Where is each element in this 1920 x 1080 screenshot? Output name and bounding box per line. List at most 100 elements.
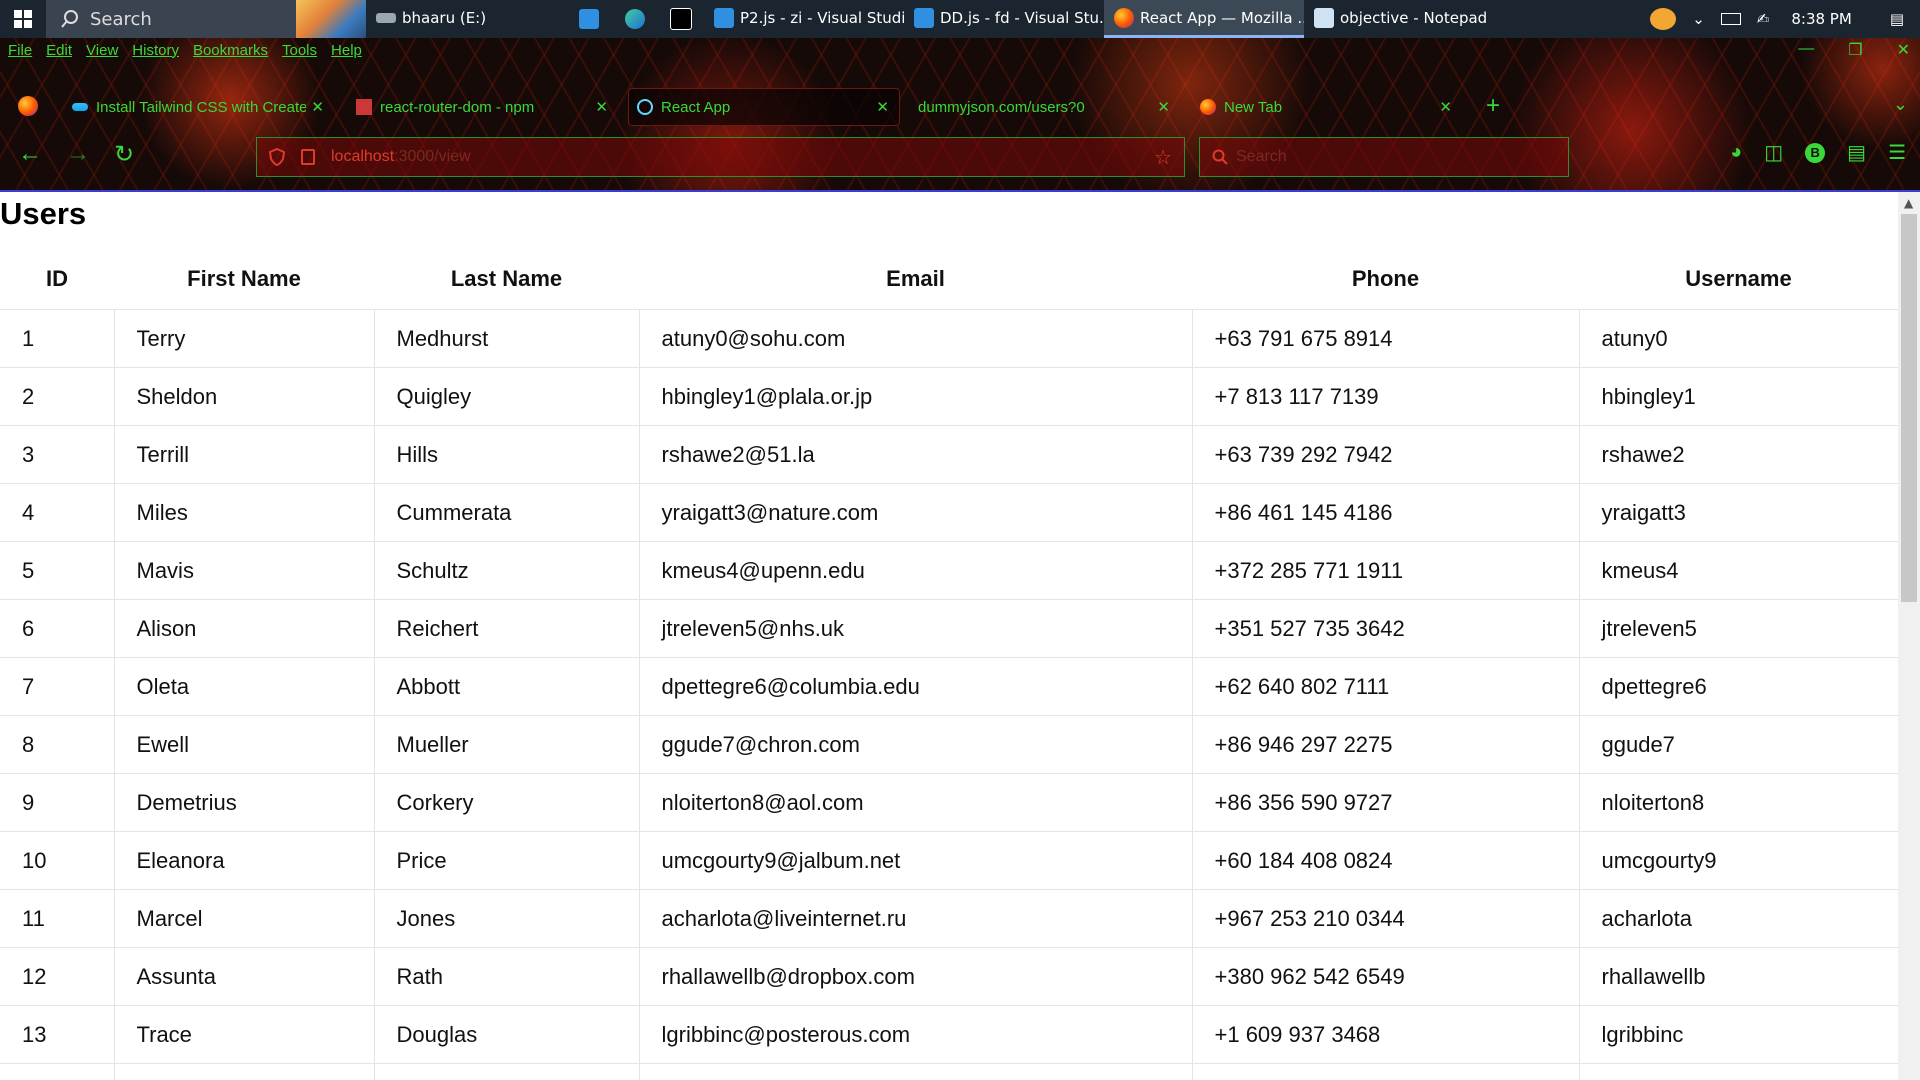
bookmark-star-icon[interactable]: ☆ [1154,145,1172,170]
cell-phone: +63 739 292 7942 [1191,425,1579,484]
cell-first-name: Oleta [113,657,374,716]
reload-icon[interactable]: ↻ [114,140,134,169]
weather-icon[interactable] [1650,8,1677,30]
search-bar[interactable]: Search [1199,137,1569,177]
taskbar-app-notepad[interactable]: objective - Notepad [1304,0,1504,38]
back-arrow-icon[interactable]: ← [18,140,42,168]
tab-close-icon[interactable]: ✕ [1439,98,1452,116]
tab-npm[interactable]: react-router-dom - npm ✕ [348,88,618,126]
cell-phone: +380 962 542 6549 [1191,947,1579,1006]
cell-username: ggude7 [1578,715,1898,774]
cell-last-name: Quigley [373,367,639,426]
table-row: 8 Ewell Mueller ggude7@chron.com +86 946 297… [0,715,1898,774]
scrollbar-thumb[interactable] [1901,214,1917,602]
start-button[interactable] [0,0,46,38]
cell-phone: +351 527 735 3642 [1191,599,1579,658]
taskbar-app-mail[interactable] [566,0,612,38]
cell-phone: +86 461 145 4186 [1191,483,1579,542]
menu-history[interactable]: History [132,42,179,59]
cell-username: mturleyd [1578,1063,1898,1080]
tab-new-tab[interactable]: New Tab ✕ [1192,88,1462,126]
menu-edit[interactable]: Edit [46,42,72,59]
list-all-tabs-chevron-icon[interactable]: ⌄ [1893,94,1908,115]
menu-view[interactable]: View [86,42,118,59]
cell-email: acharlota@liveinternet.ru [638,889,1192,948]
taskbar-app-explorer[interactable]: bhaaru (E:) [366,0,566,38]
tab-close-icon[interactable]: ✕ [1157,98,1170,116]
minimize-icon[interactable]: — [1798,40,1814,60]
cell-last-name: Reichert [373,599,639,658]
cell-first-name: Miles [113,483,374,542]
notifications-icon[interactable]: ▤ [1890,10,1904,28]
tab-label: dummyjson.com/users?0 [918,98,1085,116]
tab-close-icon[interactable]: ✕ [311,98,324,116]
firefox-view-icon[interactable] [18,96,38,116]
cell-phone: +967 253 210 0344 [1191,889,1579,948]
tab-label: New Tab [1224,98,1283,116]
page-info-icon[interactable] [301,149,315,165]
table-row: 5 Mavis Schultz kmeus4@upenn.edu +372 285 77… [0,541,1898,600]
cell-username: rhallawellb [1578,947,1898,1006]
close-icon[interactable]: ✕ [1897,40,1910,60]
scroll-up-arrow-icon[interactable]: ▲ [1904,196,1913,210]
cell-id: 14 [0,1063,114,1080]
cell-username: umcgourty9 [1578,831,1898,890]
table-row: 7 Oleta Abbott dpettegre6@columbia.edu +62 6… [0,657,1898,716]
tracking-shield-icon[interactable] [269,148,285,166]
users-table: ID First Name Last Name Email Phone User… [0,249,1898,1080]
cell-last-name: Mueller [373,715,639,774]
taskbar-app-firefox[interactable]: React App — Mozilla ... [1104,0,1304,38]
table-row: 6 Alison Reichert jtreleven5@nhs.uk +351 527… [0,599,1898,658]
search-icon [61,10,78,28]
menu-help[interactable]: Help [331,42,362,59]
account-icon[interactable]: B [1805,142,1826,163]
menu-tools[interactable]: Tools [282,42,317,59]
page-title: Users [0,196,87,231]
pen-icon[interactable]: ✍ [1757,10,1770,28]
cell-id: 5 [0,541,114,600]
tab-react-app[interactable]: React App ✕ [628,88,900,126]
cell-username: atuny0 [1578,309,1898,368]
sidebar-icon[interactable]: ◫ [1764,140,1783,165]
app-menu-icon[interactable]: ☰ [1888,140,1906,165]
taskbar-app-vscode-1[interactable]: P2.js - zi - Visual Studi... [704,0,904,38]
new-tab-plus-icon[interactable]: + [1486,92,1500,120]
taskbar-app-label: React App — Mozilla ... [1140,8,1304,27]
cell-last-name: Cummerata [373,483,639,542]
extensions-icon[interactable]: ▤ [1847,140,1866,165]
cell-phone: +7 813 117 7139 [1191,367,1579,426]
page-scrollbar[interactable]: ▲ [1898,192,1920,1080]
cell-first-name: Terrill [113,425,374,484]
pocket-icon[interactable]: ◕ [1730,141,1742,164]
table-row: 3 Terrill Hills rshawe2@51.la +63 739 292 79… [0,425,1898,484]
clock[interactable]: 8:38 PM [1791,10,1851,28]
tab-label: Install Tailwind CSS with Create [96,98,306,116]
cell-phone: +372 285 771 1911 [1191,541,1579,600]
forward-arrow-icon[interactable]: → [66,140,90,168]
chevron-up-icon[interactable]: ⌄ [1692,10,1705,28]
battery-icon[interactable] [1720,13,1741,25]
cell-email: atuny0@sohu.com [638,309,1192,368]
tab-tailwind[interactable]: Install Tailwind CSS with Create ✕ [64,88,334,126]
cell-id: 12 [0,947,114,1006]
taskbar-app-vscode-2[interactable]: DD.js - fd - Visual Stu... [904,0,1104,38]
tab-close-icon[interactable]: ✕ [876,98,889,116]
cell-last-name: Medhurst [373,309,639,368]
menu-file[interactable]: File [8,42,32,59]
cell-id: 11 [0,889,114,948]
taskbar-app-pycharm[interactable] [658,0,704,38]
npm-icon [356,99,372,115]
taskbar-search-box[interactable]: Search [46,0,366,38]
cell-email: yraigatt3@nature.com [638,483,1192,542]
cell-id: 10 [0,831,114,890]
tab-close-icon[interactable]: ✕ [595,98,608,116]
taskbar-app-label: P2.js - zi - Visual Studi... [740,8,904,27]
table-row: 13 Trace Douglas lgribbinc@posterous.com +1 … [0,1005,1898,1064]
address-bar[interactable]: localhost:3000/view ☆ [256,137,1185,177]
drive-icon [376,12,396,23]
taskbar-app-edge[interactable] [612,0,658,38]
menu-bookmarks[interactable]: Bookmarks [193,42,268,59]
maximize-icon[interactable]: ❐ [1848,40,1862,60]
tab-dummyjson[interactable]: dummyjson.com/users?0 ✕ [910,88,1180,126]
table-row: 10 Eleanora Price umcgourty9@jalbum.net +60 … [0,831,1898,890]
